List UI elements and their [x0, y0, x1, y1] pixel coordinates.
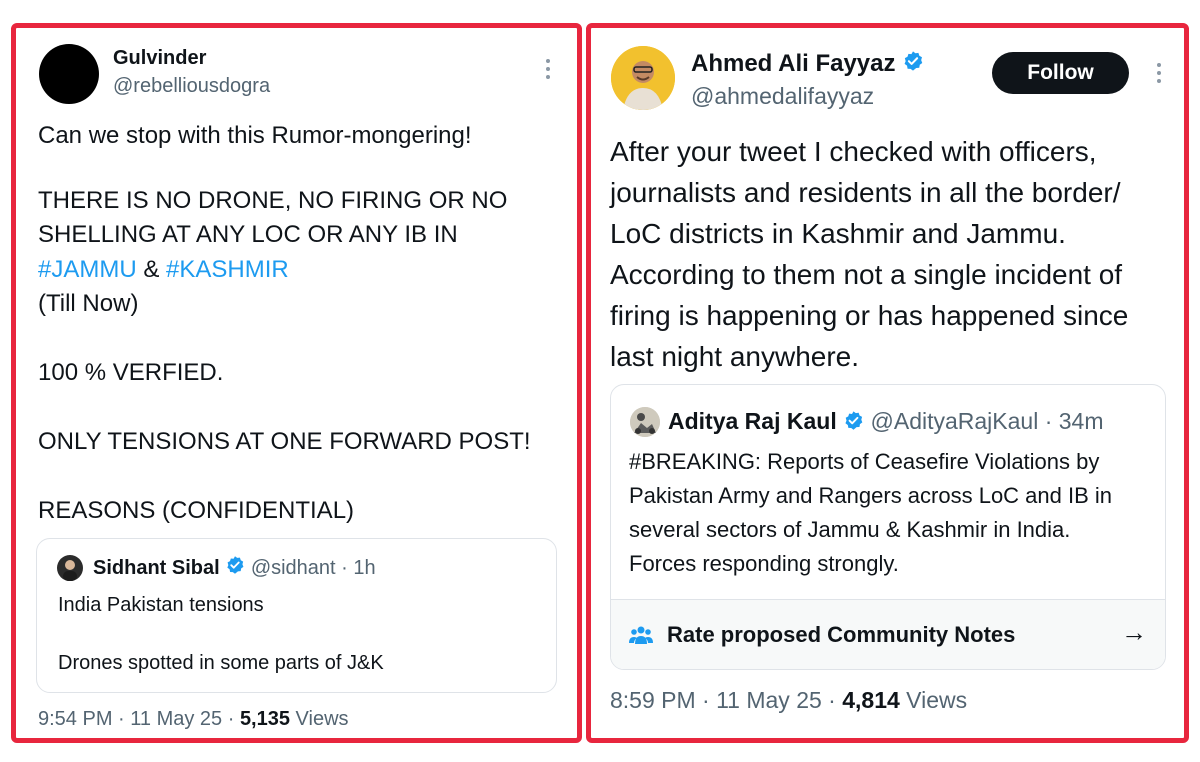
- verified-badge-icon: [843, 407, 864, 439]
- tweet-text-verified: 100 % VERFIED.: [38, 359, 224, 386]
- quote-handle-time[interactable]: @AdityaRajKaul · 34m: [871, 408, 1104, 434]
- quote-avatar[interactable]: [57, 555, 83, 581]
- tweet-card-gulvinder[interactable]: Gulvinder @rebelliousdogra Can we stop w…: [11, 23, 582, 743]
- hashtag-jammu[interactable]: #JAMMU: [38, 256, 137, 283]
- views-count: 5,135: [239, 708, 290, 730]
- more-vertical-icon[interactable]: [1149, 62, 1169, 88]
- more-vertical-icon[interactable]: [538, 58, 558, 84]
- avatar[interactable]: [39, 44, 99, 104]
- views-label: Views: [290, 708, 349, 730]
- tweet-text: After your tweet I checked with officers…: [610, 136, 1129, 372]
- quote-text: #BREAKING: Reports of Ceasefire Violatio…: [629, 449, 1113, 576]
- quote-avatar[interactable]: [630, 407, 660, 437]
- follow-button[interactable]: Follow: [992, 52, 1129, 94]
- timestamp[interactable]: 9:54 PM · 11 May 25 ·: [38, 708, 240, 730]
- hashtag-kashmir[interactable]: #KASHMIR: [166, 256, 289, 283]
- author-header: Ahmed Ali Fayyaz: [691, 48, 924, 81]
- arrow-right-icon[interactable]: →: [1121, 616, 1147, 648]
- author-handle[interactable]: @ahmedalifayyaz: [691, 81, 874, 111]
- quoted-tweet-sidhant[interactable]: Sidhant Sibal @sidhant · 1h India Pakist…: [36, 538, 557, 693]
- tweet-timestamp-views[interactable]: 8:59 PM · 11 May 25 · 4,814 Views: [610, 684, 967, 716]
- quote-text-1: India Pakistan tensions: [58, 594, 264, 616]
- quote-header: Aditya Raj Kaul @AdityaRajKaul · 34m: [668, 405, 1104, 439]
- quote-author-name[interactable]: Sidhant Sibal: [93, 557, 220, 579]
- page-edge-strip: [1191, 0, 1200, 762]
- community-notes-bar[interactable]: Rate proposed Community Notes →: [611, 599, 1165, 669]
- avatar[interactable]: [611, 46, 675, 110]
- tweet-text-reasons: REASONS (CONFIDENTIAL): [38, 497, 355, 524]
- author-name[interactable]: Ahmed Ali Fayyaz: [691, 50, 896, 77]
- tweet-text-block-2: THERE IS NO DRONE, NO FIRING OR NO SHELL…: [38, 187, 508, 248]
- tweet-timestamp-views[interactable]: 9:54 PM · 11 May 25 · 5,135 Views: [38, 705, 349, 733]
- quote-author-name[interactable]: Aditya Raj Kaul: [668, 408, 837, 434]
- author-name[interactable]: Gulvinder: [113, 47, 206, 70]
- timestamp[interactable]: 8:59 PM · 11 May 25 ·: [610, 687, 842, 713]
- verified-badge-icon: [902, 49, 924, 81]
- author-handle[interactable]: @rebelliousdogra: [113, 75, 270, 98]
- rate-community-notes-link[interactable]: Rate proposed Community Notes: [667, 619, 1015, 651]
- quote-handle-time[interactable]: @sidhant · 1h: [251, 557, 376, 579]
- views-count: 4,814: [842, 687, 900, 713]
- quoted-tweet-aditya-raj-kaul[interactable]: Aditya Raj Kaul @AdityaRajKaul · 34m #BR…: [610, 384, 1166, 670]
- verified-badge-icon: [225, 555, 245, 583]
- community-notes-icon: [629, 624, 653, 651]
- quote-header: Sidhant Sibal @sidhant · 1h: [93, 554, 376, 583]
- tweet-hashtags-line: #JAMMU & #KASHMIR: [38, 253, 289, 287]
- tweet-card-ahmed-ali-fayyaz[interactable]: Ahmed Ali Fayyaz @ahmedalifayyaz Follow …: [586, 23, 1189, 743]
- tweet-text-till-now: (Till Now): [38, 290, 139, 317]
- ampersand: &: [136, 256, 167, 283]
- quote-text-2: Drones spotted in some parts of J&K: [58, 652, 384, 674]
- tweet-text-line-1: Can we stop with this Rumor-mongering!: [38, 122, 472, 149]
- views-label: Views: [899, 687, 968, 713]
- tweet-text-tensions: ONLY TENSIONS AT ONE FORWARD POST!: [38, 428, 531, 455]
